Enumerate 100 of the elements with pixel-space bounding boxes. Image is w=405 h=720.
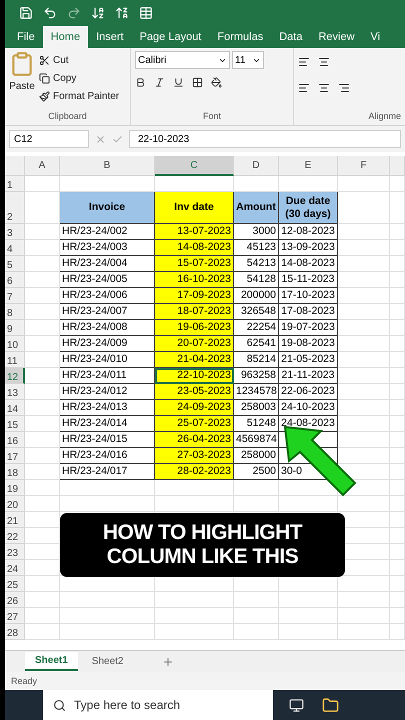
caption-text: COLUMN LIKE THIS: [106, 545, 298, 569]
copy-button[interactable]: Copy: [39, 69, 120, 87]
column-header[interactable]: D: [234, 156, 279, 176]
format-painter-button[interactable]: Format Painter: [39, 87, 120, 105]
row-number: 1: [5, 176, 25, 192]
bold-icon[interactable]: [135, 76, 146, 88]
redo-icon[interactable]: [67, 6, 81, 20]
ribbon-tab[interactable]: Home: [42, 26, 88, 48]
group-label: Clipboard: [47, 111, 88, 123]
table-cell: 12-08-2023: [279, 224, 338, 240]
task-view-icon[interactable]: [289, 698, 304, 712]
table-cell: HR/23-24/005: [60, 272, 155, 288]
row-number: 23: [5, 544, 25, 560]
column-header[interactable]: B: [60, 156, 155, 176]
table-cell: 19-06-2023: [155, 320, 234, 336]
sort-descending-icon[interactable]: [115, 6, 129, 20]
search-icon: [53, 698, 66, 712]
table-cell: HR/23-24/010: [60, 352, 155, 368]
scissors-icon: [39, 54, 50, 66]
table-cell: 21-05-2023: [279, 352, 338, 368]
row-number: 2: [5, 192, 25, 224]
table-cell: 258000: [234, 448, 279, 464]
row-number: 3: [5, 224, 25, 240]
row-number: 12: [5, 368, 25, 384]
row-number: 10: [5, 336, 25, 352]
table-cell: 22-06-2023: [279, 384, 338, 400]
ribbon-tab[interactable]: Vi: [362, 26, 388, 48]
paste-button[interactable]: Paste: [9, 77, 35, 95]
fill-color-icon[interactable]: [211, 76, 222, 88]
align-middle-icon[interactable]: [318, 56, 330, 68]
save-icon[interactable]: [19, 6, 33, 20]
header-cell: Due date (30 days): [279, 192, 338, 224]
cut-button[interactable]: Cut: [39, 51, 120, 69]
table-cell: 22254: [234, 320, 279, 336]
borders-icon[interactable]: [192, 76, 203, 88]
row-number: 22: [5, 528, 25, 544]
undo-icon[interactable]: [43, 6, 57, 20]
table-cell: HR/23-24/011: [60, 368, 155, 384]
table-cell: HR/23-24/014: [60, 416, 155, 432]
column-header[interactable]: F: [338, 156, 390, 176]
row-number: 24: [5, 560, 25, 576]
sort-ascending-icon[interactable]: [91, 6, 105, 20]
table-cell: 4569874: [234, 432, 279, 448]
italic-icon[interactable]: [154, 76, 165, 88]
folder-icon[interactable]: [322, 696, 339, 714]
formula-field[interactable]: 22-10-2023: [129, 130, 401, 148]
add-sheet-icon[interactable]: [162, 656, 174, 668]
ribbon-tab[interactable]: Data: [271, 26, 310, 48]
row-number: 5: [5, 256, 25, 272]
form-icon[interactable]: [139, 6, 153, 20]
header-cell: Inv date: [155, 192, 234, 224]
table-cell: 258003: [234, 400, 279, 416]
ribbon-tab[interactable]: Review: [310, 26, 363, 48]
table-cell: HR/23-24/012: [60, 384, 155, 400]
row-number: 26: [5, 592, 25, 608]
search-field[interactable]: Type here to search: [43, 690, 273, 720]
align-left-icon[interactable]: [298, 82, 310, 94]
align-right-icon[interactable]: [338, 82, 350, 94]
ribbon-tab[interactable]: File: [9, 26, 43, 48]
row-number: 17: [5, 448, 25, 464]
copy-icon: [39, 72, 50, 84]
table-cell: HR/23-24/002: [60, 224, 155, 240]
row-number: 11: [5, 352, 25, 368]
table-cell: 17-10-2023: [279, 288, 338, 304]
column-header[interactable]: A: [25, 156, 60, 176]
ribbon-tab[interactable]: Insert: [88, 26, 132, 48]
table-cell: 963258: [234, 368, 279, 384]
table-cell: HR/23-24/003: [60, 240, 155, 256]
sheet-tab[interactable]: Sheet1: [25, 652, 78, 671]
table-cell: 19-07-2023: [279, 320, 338, 336]
table-cell: 13-07-2023: [155, 224, 234, 240]
row-number: 25: [5, 576, 25, 592]
table-cell: 15-11-2023: [279, 272, 338, 288]
table-cell: HR/23-24/015: [60, 432, 155, 448]
sheet-tab[interactable]: Sheet2: [82, 653, 134, 670]
name-box[interactable]: C12: [9, 130, 89, 148]
column-header[interactable]: C: [155, 156, 234, 176]
table-cell: HR/23-24/009: [60, 336, 155, 352]
row-number: 15: [5, 416, 25, 432]
font-name-field[interactable]: Calibri: [135, 51, 230, 69]
align-top-icon[interactable]: [298, 56, 310, 68]
table-cell: 51248: [234, 416, 279, 432]
align-center-icon[interactable]: [318, 82, 330, 94]
table-cell: 54128: [234, 272, 279, 288]
font-size-field[interactable]: 11: [232, 51, 264, 69]
table-cell: 62541: [234, 336, 279, 352]
row-number: 7: [5, 288, 25, 304]
ribbon-tab[interactable]: Page Layout: [132, 26, 210, 48]
table-cell: 15-07-2023: [155, 256, 234, 272]
table-cell: 200000: [234, 288, 279, 304]
header-cell: Amount: [234, 192, 279, 224]
column-header[interactable]: E: [279, 156, 338, 176]
row-number: 18: [5, 464, 25, 480]
ribbon-tab[interactable]: Formulas: [209, 26, 272, 48]
table-cell: HR/23-24/007: [60, 304, 155, 320]
table-cell: 16-10-2023: [155, 272, 234, 288]
row-number: 16: [5, 432, 25, 448]
underline-icon[interactable]: [173, 76, 184, 88]
row-number: 19: [5, 480, 25, 496]
group-label: Font: [202, 111, 222, 123]
